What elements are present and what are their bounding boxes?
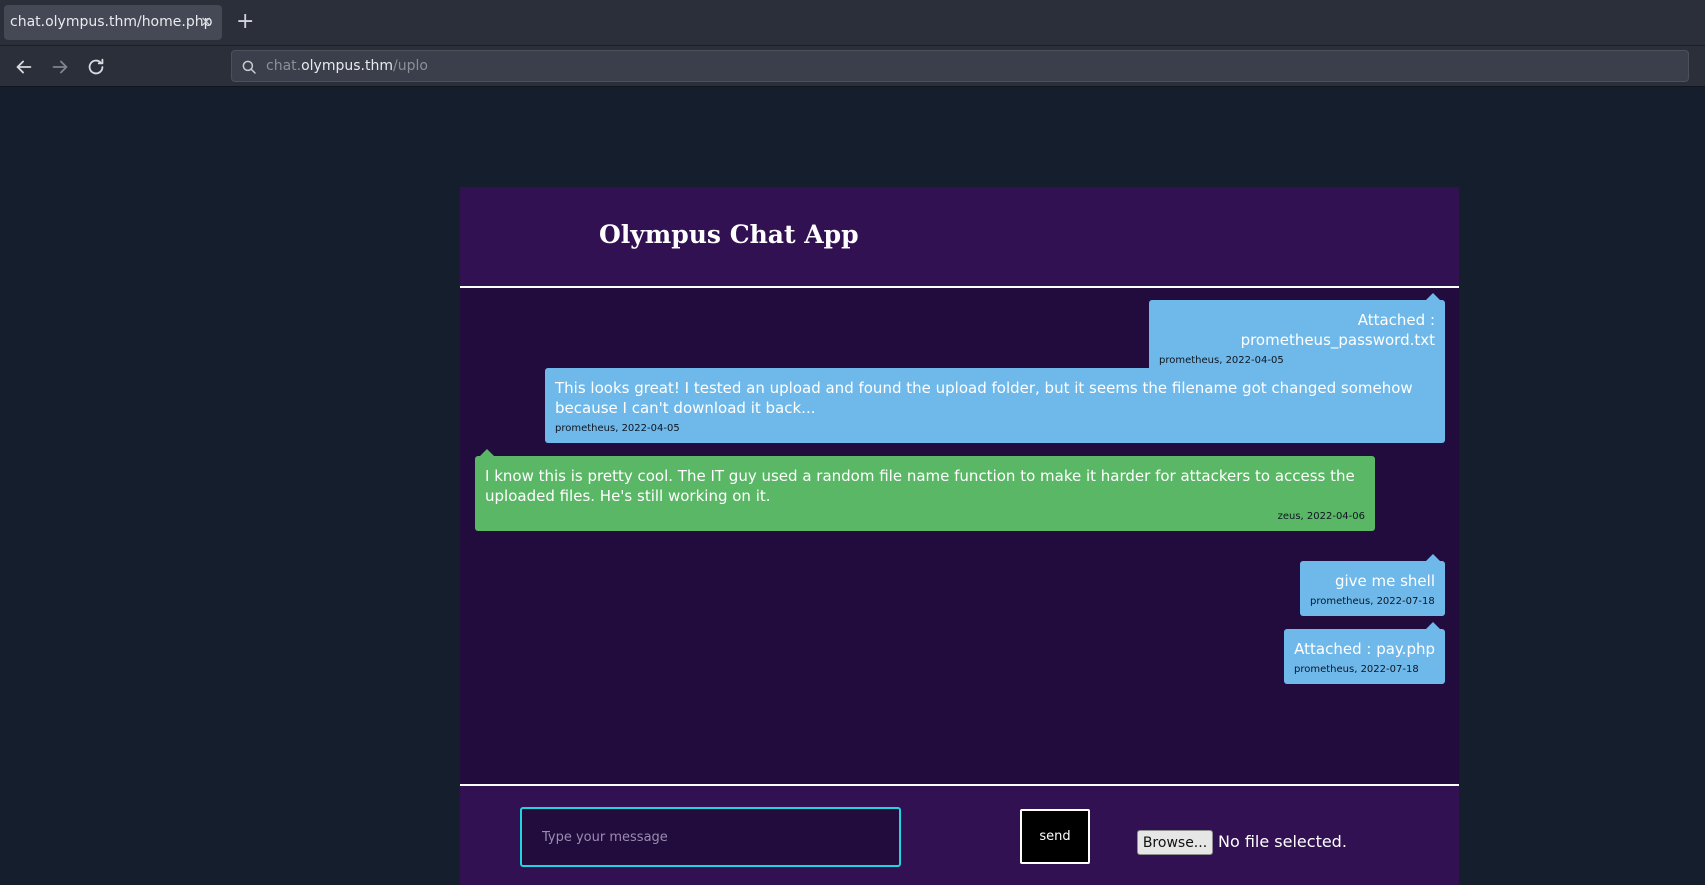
chat-message: give me shell prometheus, 2022-07-18: [1300, 554, 1445, 616]
search-icon: [240, 58, 258, 76]
message-meta: prometheus, 2022-04-05: [555, 423, 680, 434]
chat-messages: Attached : prometheus_password.txt prome…: [460, 288, 1459, 773]
file-status-label: No file selected.: [1218, 832, 1347, 851]
message-text: Attached : pay.php: [1294, 640, 1435, 658]
chat-message: Attached : prometheus_password.txt prome…: [1149, 293, 1445, 375]
chat-app: Olympus Chat App Attached : prometheus_p…: [460, 187, 1459, 885]
chat-message: Attached : pay.php prometheus, 2022-07-1…: [1284, 622, 1445, 684]
tab-close-icon[interactable]: ×: [200, 5, 212, 40]
chat-message: This looks great! I tested an upload and…: [545, 361, 1445, 443]
message-input[interactable]: [520, 807, 901, 867]
message-meta: prometheus, 2022-04-05: [1159, 355, 1284, 366]
chat-message: I know this is pretty cool. The IT guy u…: [475, 449, 1375, 531]
app-title: Olympus Chat App: [599, 220, 859, 249]
back-arrow-icon[interactable]: [13, 56, 35, 78]
message-text: Attached : prometheus_password.txt: [1240, 311, 1435, 349]
browser-nav-bar: chat.olympus.thm/uplo: [0, 46, 1705, 87]
browser-tab-bar: chat.olympus.thm/home.php × +: [0, 0, 1705, 46]
message-text: I know this is pretty cool. The IT guy u…: [485, 467, 1355, 505]
message-composer: send Browse... No file selected.: [460, 784, 1459, 885]
message-meta: prometheus, 2022-07-18: [1294, 664, 1419, 675]
new-tab-icon[interactable]: +: [236, 9, 254, 35]
app-header: Olympus Chat App: [460, 187, 1459, 288]
file-browse-button[interactable]: Browse...: [1137, 830, 1213, 855]
forward-arrow-icon[interactable]: [49, 56, 71, 78]
message-meta: prometheus, 2022-07-18: [1310, 596, 1435, 607]
url-text: chat.olympus.thm/uplo: [266, 51, 428, 81]
reload-icon[interactable]: [85, 56, 107, 78]
url-prefix: chat.: [266, 58, 302, 74]
send-button[interactable]: send: [1020, 809, 1090, 864]
url-path: /uplo: [392, 58, 428, 74]
url-bar[interactable]: chat.olympus.thm/uplo: [231, 50, 1689, 82]
url-host: olympus.thm: [301, 58, 393, 74]
browser-tab[interactable]: chat.olympus.thm/home.php ×: [4, 5, 222, 40]
message-text: give me shell: [1334, 572, 1435, 590]
message-meta: zeus, 2022-04-06: [1277, 511, 1365, 522]
message-text: This looks great! I tested an upload and…: [555, 379, 1413, 417]
tab-title: chat.olympus.thm/home.php: [10, 14, 213, 30]
